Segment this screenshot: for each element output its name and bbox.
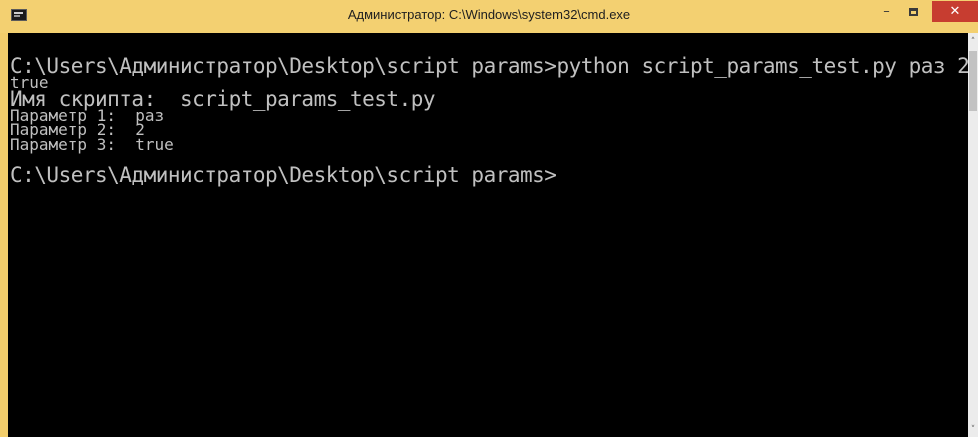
title-bar[interactable]: Администратор: C:\Windows\system32\cmd.e… [0,0,978,33]
maximize-button[interactable] [900,1,927,22]
console-output[interactable]: C:\Users\Администратор\Desktop\script pa… [8,33,968,437]
scroll-down-icon[interactable]: ˅ [968,425,978,435]
vertical-scrollbar[interactable]: ˄ ˅ [968,33,978,437]
minimize-button[interactable]: – [873,1,900,22]
scrollbar-thumb[interactable] [969,51,977,111]
console-line-param-3: Параметр 3: true [10,135,174,154]
console-line-command: C:\Users\Администратор\Desktop\script pa… [10,54,968,78]
cmd-window: Администратор: C:\Windows\system32\cmd.e… [0,0,978,437]
cmd-icon[interactable] [11,9,27,21]
minimize-icon: – [883,4,890,19]
close-button[interactable]: ✕ [932,1,978,22]
scroll-up-icon[interactable]: ˄ [968,37,978,47]
maximize-icon [909,7,918,16]
close-icon: ✕ [949,4,961,19]
console-line-prompt: C:\Users\Администратор\Desktop\script pa… [10,163,557,187]
window-title: Администратор: C:\Windows\system32\cmd.e… [347,7,631,22]
